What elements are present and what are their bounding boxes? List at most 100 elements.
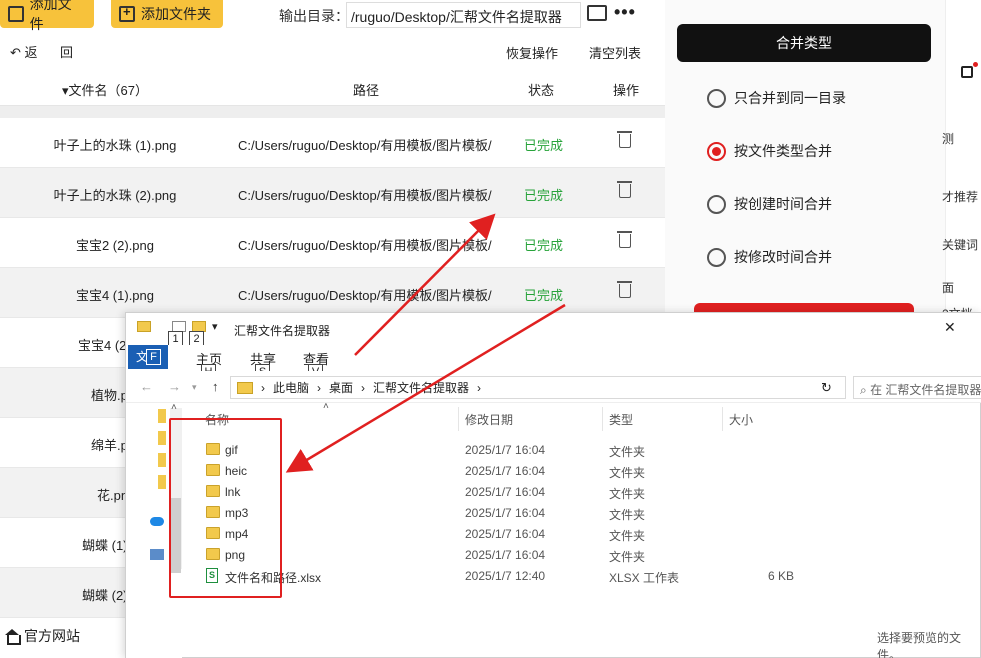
merge-option-same-dir[interactable]: 只合并到同一目录 — [707, 88, 846, 108]
file-type: 文件夹 — [609, 466, 646, 480]
file-icon — [8, 6, 24, 22]
row-name: 叶子上的水珠 (2).png — [53, 188, 177, 203]
sort-arrow-icon: ˄ — [323, 401, 329, 412]
back-label: 返 — [24, 45, 38, 60]
close-icon[interactable]: ✕ — [944, 319, 956, 336]
column-divider[interactable] — [602, 407, 603, 431]
folder-icon[interactable] — [158, 475, 166, 489]
breadcrumb[interactable]: › 此电脑 › 桌面 › 汇帮文件名提取器 › — [230, 376, 846, 399]
file-row[interactable]: png 2025/1/7 16:04 文件夹 — [184, 545, 844, 566]
radio-icon[interactable] — [707, 247, 726, 267]
folder-icon[interactable] — [158, 431, 166, 445]
add-file-button[interactable]: 添加文件 — [0, 0, 94, 32]
output-dir-field[interactable]: /ruguo/Desktop/汇帮文件名提取器 — [346, 2, 581, 28]
restore-button[interactable]: 恢复操作 — [506, 43, 558, 62]
key-tip: F — [146, 349, 161, 365]
list-stripe — [0, 106, 665, 118]
col-type-header[interactable]: 类型 — [609, 411, 633, 428]
redo-button[interactable]: 回 — [60, 42, 73, 61]
col-name-header[interactable]: ▾文件名（67） — [62, 80, 148, 99]
col-action-header: 操作 — [613, 83, 640, 98]
file-type: 文件夹 — [609, 550, 646, 564]
radio-selected-icon[interactable] — [707, 141, 726, 161]
merge-option-file-type[interactable]: 按文件类型合并 — [707, 141, 832, 161]
merge-option-label: 按修改时间合并 — [734, 249, 832, 265]
trash-icon[interactable] — [617, 231, 632, 248]
merge-option-created-time[interactable]: 按创建时间合并 — [707, 194, 832, 214]
table-row[interactable]: 宝宝4 (1).png C:/Users/ruguo/Desktop/有用模板/… — [0, 268, 665, 318]
row-path: C:/Users/ruguo/Desktop/有用模板/图片模板/ — [238, 288, 492, 303]
table-row[interactable]: 叶子上的水珠 (1).png C:/Users/ruguo/Desktop/有用… — [0, 118, 665, 168]
onedrive-icon[interactable] — [150, 517, 164, 526]
row-path: C:/Users/ruguo/Desktop/有用模板/图片模板/ — [238, 188, 492, 203]
file-type: 文件夹 — [609, 445, 646, 459]
col-path-header: 路径 — [353, 83, 380, 98]
up-arrow-icon[interactable]: ↑ — [212, 379, 219, 394]
column-divider[interactable] — [458, 407, 459, 431]
file-row[interactable]: mp4 2025/1/7 16:04 文件夹 — [184, 524, 844, 545]
col-size-header[interactable]: 大小 — [729, 411, 753, 428]
recent-dropdown-icon[interactable]: ▾ — [192, 382, 197, 393]
file-size: 6 KB — [768, 569, 795, 583]
more-options-icon[interactable]: ••• — [614, 2, 636, 23]
table-row[interactable]: 宝宝2 (2).png C:/Users/ruguo/Desktop/有用模板/… — [0, 218, 665, 268]
back-button[interactable]: ↶ 返 — [10, 42, 38, 61]
trash-icon[interactable] — [617, 131, 632, 148]
breadcrumb-sep: › — [477, 380, 482, 395]
table-header: ▾文件名（67） 路径 状态 操作 — [0, 68, 665, 106]
customize-dropdown-icon[interactable]: ▾ — [212, 320, 218, 333]
back-arrow-icon[interactable]: ← — [140, 379, 153, 394]
explorer-titlebar: ▾ 汇帮文件名提取器 ✕ — [126, 313, 981, 345]
side-text: 面 — [942, 281, 955, 295]
file-type: 文件夹 — [609, 487, 646, 501]
merge-option-label: 按文件类型合并 — [734, 143, 832, 159]
clear-list-button[interactable]: 清空列表 — [589, 43, 641, 62]
refresh-icon[interactable]: ↻ — [821, 380, 832, 396]
file-row[interactable]: mp3 2025/1/7 16:04 文件夹 — [184, 503, 844, 524]
trash-icon[interactable] — [617, 281, 632, 298]
bookmark-icon[interactable] — [961, 66, 973, 78]
column-divider[interactable] — [722, 407, 723, 431]
file-row[interactable]: heic 2025/1/7 16:04 文件夹 — [184, 461, 844, 482]
highlight-box — [169, 418, 282, 598]
file-row[interactable]: gif 2025/1/7 16:04 文件夹 — [184, 440, 844, 461]
breadcrumb-item[interactable]: 桌面 — [329, 379, 353, 396]
row-name: 植物.p — [91, 388, 128, 403]
file-row[interactable]: S 文件名和路径.xlsx 2025/1/7 12:40 XLSX 工作表 6 … — [184, 566, 844, 587]
row-name: 蝴蝶 (1) — [82, 538, 128, 553]
forward-arrow-icon[interactable]: → — [168, 379, 181, 394]
radio-icon[interactable] — [707, 194, 726, 214]
add-file-label: 添加文件 — [29, 0, 72, 32]
side-text: 才推荐 — [942, 190, 979, 204]
side-text: 关键词 — [942, 238, 979, 252]
breadcrumb-sep: › — [317, 380, 322, 395]
row-status: 已完成 — [524, 288, 564, 303]
row-status: 已完成 — [524, 188, 564, 203]
add-folder-button[interactable]: 添加文件夹 — [111, 0, 223, 28]
file-row[interactable]: lnk 2025/1/7 16:04 文件夹 — [184, 482, 844, 503]
row-status: 已完成 — [524, 238, 564, 253]
row-name: 叶子上的水珠 (1).png — [53, 138, 177, 153]
this-pc-icon[interactable] — [150, 549, 164, 560]
file-date: 2025/1/7 12:40 — [465, 569, 546, 583]
radio-icon[interactable] — [707, 88, 726, 108]
open-folder-icon[interactable] — [587, 5, 607, 21]
row-name: 宝宝4 (1).png — [75, 288, 155, 303]
search-input[interactable]: ⌕ 在 汇帮文件名提取器 中 — [853, 376, 981, 399]
folder-icon[interactable] — [158, 409, 166, 423]
table-row[interactable]: 叶子上的水珠 (2).png C:/Users/ruguo/Desktop/有用… — [0, 168, 665, 218]
file-type: 文件夹 — [609, 508, 646, 522]
official-site-label: 官方网站 — [24, 628, 80, 644]
breadcrumb-item[interactable]: 此电脑 — [273, 379, 309, 396]
breadcrumb-item[interactable]: 汇帮文件名提取器 — [373, 379, 469, 396]
scroll-up-icon[interactable]: ˄ — [171, 402, 177, 413]
trash-icon[interactable] — [617, 181, 632, 198]
notification-dot — [973, 62, 978, 67]
row-name: 蝴蝶 (2) — [82, 588, 128, 603]
official-site-link[interactable]: 官方网站 — [4, 626, 80, 646]
merge-option-label: 按创建时间合并 — [734, 196, 832, 212]
folder-icon[interactable] — [158, 453, 166, 467]
col-date-header[interactable]: 修改日期 — [465, 411, 513, 428]
breadcrumb-sep: › — [261, 380, 265, 395]
merge-option-modified-time[interactable]: 按修改时间合并 — [707, 247, 832, 267]
